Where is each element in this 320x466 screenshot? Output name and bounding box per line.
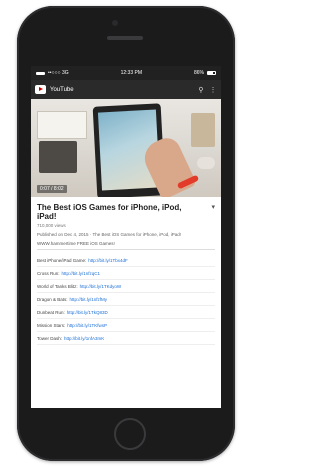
mouse-image [197, 157, 215, 169]
video-description: Published on Dec 4, 2015 · The Best iOS … [37, 232, 181, 237]
app-title: YouTube [50, 86, 74, 93]
battery-percent: 86% [193, 70, 204, 76]
list-item: World of Tanks Blitz: http://bit.ly/1TKd… [37, 280, 215, 293]
search-icon[interactable]: ⚲ [197, 86, 205, 94]
carrier-label: ••○○○ 3G [48, 70, 69, 76]
list-item: Tower Dash: http://bit.ly/1nfA3mK [37, 332, 215, 345]
list-item-label: Mission Stars: [37, 322, 66, 328]
download-link-text[interactable]: WWW.hammertime FREE iOS Games! [37, 241, 215, 250]
list-item-label: Dragon & Bats: [37, 296, 68, 302]
battery-icon [206, 71, 216, 75]
list-item-link[interactable]: http://bit.ly/1TKdyoW [80, 284, 122, 289]
list-item-link[interactable]: http://bit.ly/1TkQ83D [67, 310, 108, 315]
video-title: The Best iOS Games for iPhone, iPod, iPa… [37, 203, 182, 221]
list-item: Dunbeat Run: http://bit.ly/1TkQ83D [37, 306, 215, 319]
list-item-label: Best iPhone/iPad Game: [37, 257, 87, 263]
view-count: 710,000 views [37, 223, 66, 228]
video-details: The Best iOS Games for iPhone, iPod, iPa… [31, 197, 221, 345]
list-item-label: World of Tanks Blitz: [37, 283, 78, 289]
notebook-image [37, 111, 87, 139]
video-player[interactable]: 0:07 / 8:02 [31, 99, 221, 197]
list-item-link[interactable]: http://bit.ly/1nfA3mK [64, 336, 104, 341]
front-camera [112, 20, 118, 26]
more-vertical-icon[interactable]: ⋮ [209, 86, 217, 94]
list-item-label: Cross Run: [37, 270, 60, 276]
phone-frame: ••○○○ 3G 12:33 PM 86% YouTube ⚲ ⋮ 0:07 /… [17, 6, 235, 461]
list-item-label: Tower Dash: [37, 335, 63, 341]
signal-icon [36, 71, 45, 75]
device-image [39, 141, 77, 173]
list-item-link[interactable]: http://bit.ly/1TKfwsP [67, 323, 107, 328]
youtube-logo-icon[interactable] [35, 85, 46, 94]
list-item-label: Dunbeat Run: [37, 309, 65, 315]
list-item: Mission Stars: http://bit.ly/1TKfwsP [37, 319, 215, 332]
description-link-list: Best iPhone/iPad Game: http://bit.ly/1Tb… [37, 254, 215, 345]
phone-screen: ••○○○ 3G 12:33 PM 86% YouTube ⚲ ⋮ 0:07 /… [31, 66, 221, 408]
status-time: 12:33 PM [120, 70, 142, 76]
home-button[interactable] [114, 418, 146, 450]
earpiece-speaker [107, 36, 143, 40]
video-timestamp: 0:07 / 8:02 [37, 185, 67, 193]
list-item-link[interactable]: http://bit.ly/1Tbx4dF [88, 258, 128, 263]
list-item: Dragon & Bats: http://bit.ly/1nfzfMy [37, 293, 215, 306]
list-item: Best iPhone/iPad Game: http://bit.ly/1Tb… [37, 254, 215, 267]
box-image [191, 113, 215, 147]
list-item-link[interactable]: http://bit.ly/1nfzqC1 [62, 271, 101, 276]
status-bar: ••○○○ 3G 12:33 PM 86% [31, 66, 221, 80]
app-bar: YouTube ⚲ ⋮ [31, 80, 221, 99]
expand-icon[interactable]: ▾ [211, 203, 215, 211]
list-item-link[interactable]: http://bit.ly/1nfzfMy [70, 297, 108, 302]
list-item: Cross Run: http://bit.ly/1nfzqC1 [37, 267, 215, 280]
